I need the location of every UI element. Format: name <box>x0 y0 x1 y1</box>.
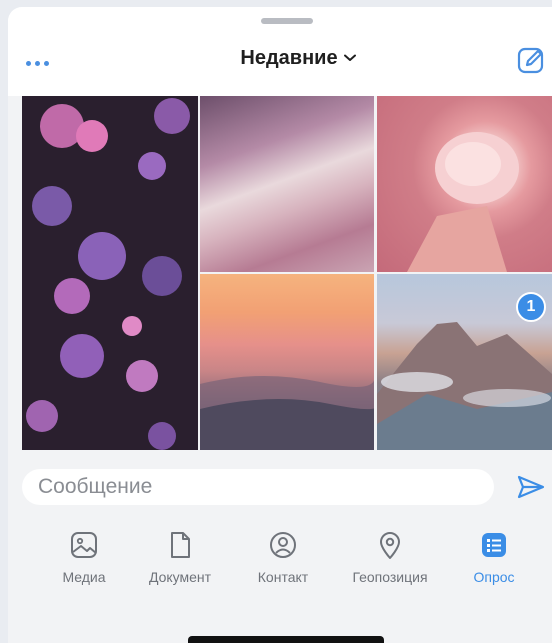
photo-sunset-hills[interactable] <box>200 274 374 450</box>
location-pin-icon <box>380 532 400 559</box>
image-icon <box>71 532 97 558</box>
photo-purple-flowers[interactable] <box>22 96 198 450</box>
action-document-label: Документ <box>148 569 212 585</box>
action-contact-label: Контакт <box>257 569 309 585</box>
more-dots-icon <box>26 60 31 66</box>
poll-icon <box>482 533 506 557</box>
action-contact[interactable]: Контакт <box>235 530 331 585</box>
action-document[interactable]: Документ <box>132 530 228 585</box>
photo-pink-flower[interactable] <box>377 96 552 272</box>
action-location-label: Геопозиция <box>352 569 428 585</box>
send-icon[interactable] <box>516 473 546 501</box>
sheet-grabber[interactable] <box>261 18 313 24</box>
document-icon <box>171 532 190 558</box>
photo-grid: 1 <box>22 96 552 450</box>
selection-count-badge[interactable]: 1 <box>516 292 546 322</box>
message-field <box>22 469 494 505</box>
message-input[interactable] <box>36 474 494 500</box>
chevron-down-icon <box>343 54 356 61</box>
photo-sunset-hills-art <box>200 374 374 450</box>
album-title: Недавние <box>240 46 338 69</box>
action-media-label: Медиа <box>62 569 106 585</box>
edit-icon[interactable] <box>516 45 546 75</box>
attachment-actions: Медиа Документ Контакт Геопозиция Опрос <box>8 530 552 600</box>
photo-watercolor[interactable] <box>200 96 374 272</box>
attachment-sheet: Недавние 1 Сообщение Медиа Документ Конт… <box>8 7 552 643</box>
home-indicator <box>188 636 384 643</box>
contact-icon <box>270 532 296 558</box>
sheet-header: Недавние <box>8 7 552 96</box>
action-media[interactable]: Медиа <box>36 530 132 585</box>
more-button[interactable] <box>26 53 58 73</box>
action-poll-label: Опрос <box>473 569 515 585</box>
album-selector[interactable]: Недавние <box>208 45 388 71</box>
photo-purple-flowers-art <box>26 98 190 450</box>
action-poll[interactable]: Опрос <box>446 530 542 585</box>
action-location[interactable]: Геопозиция <box>342 530 438 585</box>
photo-pink-flower-art <box>407 132 519 272</box>
